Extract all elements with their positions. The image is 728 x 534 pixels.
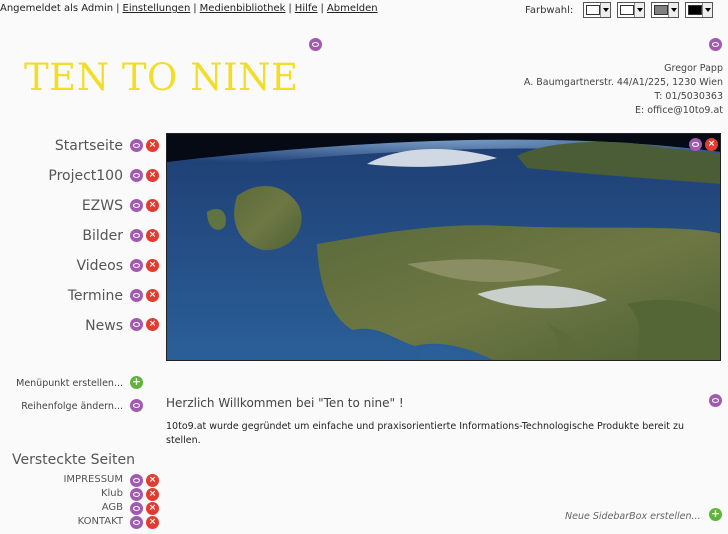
reorder-link[interactable]: Reihenfolge ändern... bbox=[0, 401, 123, 412]
delete-icon[interactable]: × bbox=[146, 318, 159, 331]
settings-link[interactable]: Einstellungen bbox=[123, 3, 191, 14]
delete-icon[interactable]: × bbox=[146, 516, 159, 529]
edit-icon[interactable] bbox=[130, 474, 143, 487]
nav-item-ezws[interactable]: EZWS bbox=[0, 198, 123, 214]
nav-item-termine[interactable]: Termine bbox=[0, 288, 123, 304]
hidden-page-impressum[interactable]: IMPRESSUM bbox=[0, 474, 123, 485]
welcome-heading: Herzlich Willkommen bei "Ten to nine" ! bbox=[166, 396, 404, 410]
color-swatch-2[interactable] bbox=[617, 2, 646, 18]
nav-item-videos[interactable]: Videos bbox=[0, 258, 123, 274]
hidden-page-klub[interactable]: Klub bbox=[0, 488, 123, 499]
help-link[interactable]: Hilfe bbox=[295, 3, 318, 14]
edit-icon[interactable] bbox=[130, 259, 143, 272]
dropdown-arrow-icon bbox=[668, 3, 679, 17]
add-sidebar-box-icon[interactable]: + bbox=[709, 508, 722, 521]
delete-image-icon[interactable]: × bbox=[705, 138, 718, 151]
media-library-link[interactable]: Medienbibliothek bbox=[200, 3, 286, 14]
nav-item-bilder[interactable]: Bilder bbox=[0, 228, 123, 244]
hidden-page-kontakt[interactable]: KONTAKT bbox=[0, 516, 123, 527]
delete-icon[interactable]: × bbox=[146, 169, 159, 182]
europe-satellite-image bbox=[167, 134, 720, 360]
site-logo: TEN TO NINE bbox=[24, 56, 299, 99]
hidden-page-agb[interactable]: AGB bbox=[0, 502, 123, 513]
nav-item-startseite[interactable]: Startseite bbox=[0, 138, 123, 154]
delete-icon[interactable]: × bbox=[146, 502, 159, 515]
logged-in-text: Angemeldet als Admin bbox=[0, 3, 114, 14]
nav-item-project100[interactable]: Project100 bbox=[0, 168, 123, 184]
edit-icon[interactable] bbox=[130, 516, 143, 529]
edit-contact-icon[interactable] bbox=[709, 38, 722, 51]
color-swatch-4[interactable] bbox=[685, 2, 714, 18]
contact-block: Gregor Papp A. Baumgartnerstr. 44/A1/225… bbox=[524, 62, 723, 118]
color-picker-label: Farbwahl: bbox=[525, 4, 574, 16]
dropdown-arrow-icon bbox=[634, 3, 645, 17]
color-swatch-3[interactable] bbox=[651, 2, 680, 18]
welcome-text: 10to9.at wurde gegründet um einfache und… bbox=[166, 421, 685, 446]
delete-icon[interactable]: × bbox=[146, 199, 159, 212]
nav-item-news[interactable]: News bbox=[0, 318, 123, 334]
hero-image: × bbox=[166, 133, 721, 361]
edit-icon[interactable] bbox=[130, 488, 143, 501]
create-menu-item-link[interactable]: Menüpunkt erstellen... bbox=[0, 378, 123, 389]
contact-name: Gregor Papp bbox=[664, 63, 723, 74]
dropdown-arrow-icon bbox=[600, 3, 611, 17]
edit-content-icon[interactable] bbox=[709, 394, 722, 407]
edit-icon[interactable] bbox=[130, 289, 143, 302]
hidden-pages-title: Versteckte Seiten bbox=[12, 452, 135, 468]
delete-icon[interactable]: × bbox=[146, 229, 159, 242]
edit-icon[interactable] bbox=[130, 199, 143, 212]
color-picker: Farbwahl: bbox=[525, 1, 719, 19]
edit-icon[interactable] bbox=[130, 169, 143, 182]
add-menu-item-icon[interactable]: + bbox=[130, 376, 143, 389]
contact-phone: T: 01/5030363 bbox=[654, 91, 723, 102]
reorder-edit-icon[interactable] bbox=[130, 399, 143, 412]
delete-icon[interactable]: × bbox=[146, 139, 159, 152]
delete-icon[interactable]: × bbox=[146, 474, 159, 487]
logout-link[interactable]: Abmelden bbox=[327, 3, 378, 14]
edit-icon[interactable] bbox=[130, 139, 143, 152]
delete-icon[interactable]: × bbox=[146, 488, 159, 501]
admin-bar: Angemeldet als Admin | Einstellungen | Medie… bbox=[0, 3, 378, 14]
edit-icon[interactable] bbox=[130, 318, 143, 331]
edit-image-icon[interactable] bbox=[689, 138, 702, 151]
edit-icon[interactable] bbox=[130, 502, 143, 515]
edit-icon[interactable] bbox=[130, 229, 143, 242]
dropdown-arrow-icon bbox=[702, 3, 713, 17]
contact-email: E: office@10to9.at bbox=[634, 105, 723, 116]
delete-icon[interactable]: × bbox=[146, 259, 159, 272]
delete-icon[interactable]: × bbox=[146, 289, 159, 302]
new-sidebar-box-link[interactable]: Neue SidebarBox erstellen... bbox=[565, 511, 701, 522]
color-swatch-1[interactable] bbox=[583, 2, 612, 18]
contact-address: A. Baumgartnerstr. 44/A1/225, 1230 Wien bbox=[523, 77, 723, 88]
edit-logo-icon[interactable] bbox=[309, 38, 322, 51]
